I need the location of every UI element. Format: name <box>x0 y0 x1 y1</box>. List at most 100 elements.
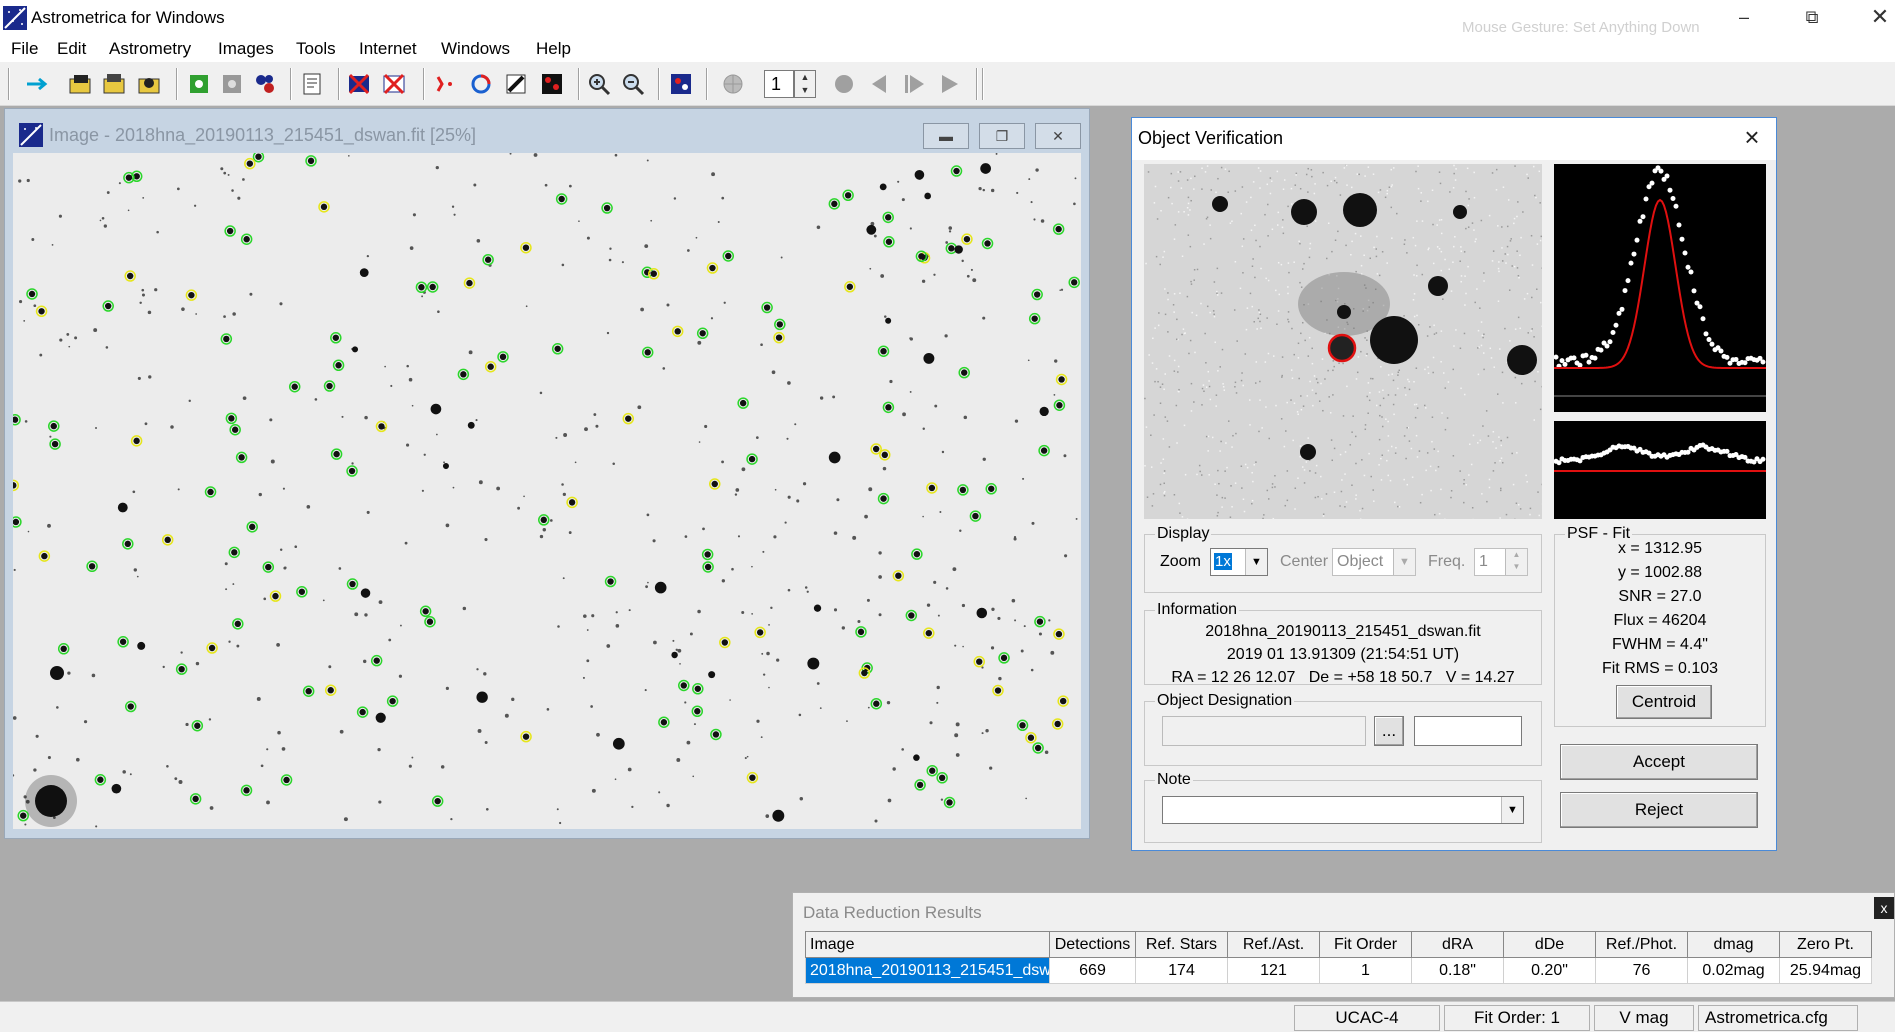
col-image[interactable]: Image <box>805 931 1050 958</box>
results-table: Image Detections Ref. Stars Ref./Ast. Fi… <box>805 931 1872 984</box>
noise-pixel <box>1415 434 1418 437</box>
note-select[interactable]: ▼ <box>1162 796 1524 824</box>
noise-pixel <box>1234 381 1237 384</box>
col-ref-phot[interactable]: Ref./Phot. <box>1595 931 1688 958</box>
spin-up-icon[interactable]: ▲ <box>795 71 815 84</box>
connect-icon[interactable] <box>24 71 50 97</box>
col-dde[interactable]: dDe <box>1503 931 1596 958</box>
report-icon[interactable] <box>300 71 326 97</box>
cell-dmag[interactable]: 0.02mag <box>1687 957 1780 984</box>
load-images-icon[interactable] <box>136 71 162 97</box>
known-objects-icon[interactable] <box>432 71 458 97</box>
zoom-in-icon[interactable] <box>586 71 612 97</box>
noise-pixel <box>1177 211 1180 213</box>
noise-pixel <box>1420 192 1423 194</box>
col-dmag[interactable]: dmag <box>1687 931 1780 958</box>
reject-button[interactable]: Reject <box>1560 792 1758 828</box>
faint-star <box>922 427 925 431</box>
image-close-button[interactable]: ✕ <box>1035 123 1081 149</box>
globe-icon[interactable] <box>720 71 746 97</box>
menu-windows[interactable]: Windows <box>441 39 510 59</box>
col-zero-pt[interactable]: Zero Pt. <box>1779 931 1872 958</box>
cell-ref-ast[interactable]: 121 <box>1227 957 1320 984</box>
play-icon[interactable] <box>936 71 962 97</box>
cell-fit-order[interactable]: 1 <box>1319 957 1412 984</box>
image-maximize-button[interactable]: ❐ <box>979 123 1025 149</box>
prev-icon[interactable] <box>866 71 892 97</box>
designation-extra-input[interactable] <box>1414 716 1522 746</box>
open-folder-icon[interactable] <box>101 71 127 97</box>
dialog-close-button[interactable]: × <box>1736 124 1768 152</box>
settings-icon[interactable] <box>668 71 694 97</box>
reference-stars-icon[interactable] <box>252 71 278 97</box>
noise-pixel <box>1311 389 1314 391</box>
noise-pixel <box>1216 515 1219 517</box>
minimize-button[interactable]: – <box>1715 0 1773 34</box>
restore-button[interactable]: ⧉ <box>1783 0 1841 34</box>
zoom-select[interactable]: 1x ▼ <box>1210 548 1268 576</box>
object-thumbnail[interactable] <box>1144 164 1542 519</box>
menu-help[interactable]: Help <box>536 39 571 59</box>
col-dra[interactable]: dRA <box>1411 931 1504 958</box>
psf-fit-rms: Fit RMS = 0.103 <box>1601 660 1719 677</box>
image-window[interactable]: Image - 2018hna_20190113_215451_dswan.fi… <box>4 108 1090 839</box>
centroid-button[interactable]: Centroid <box>1616 685 1712 719</box>
menu-images[interactable]: Images <box>218 39 274 59</box>
note-dropdown-icon[interactable]: ▼ <box>1501 797 1523 823</box>
menu-tools[interactable]: Tools <box>296 39 336 59</box>
noise-pixel <box>1309 380 1311 383</box>
noise-pixel <box>1355 378 1358 380</box>
col-ref-stars[interactable]: Ref. Stars <box>1135 931 1228 958</box>
frame-spinner-input[interactable]: 1 <box>764 70 794 98</box>
cell-dra[interactable]: 0.18" <box>1411 957 1504 984</box>
noise-pixel <box>1390 168 1392 171</box>
close-button[interactable]: ✕ <box>1851 0 1895 34</box>
spin-down-icon[interactable]: ▼ <box>795 84 815 97</box>
cell-ref-stars[interactable]: 174 <box>1135 957 1228 984</box>
col-ref-ast[interactable]: Ref./Ast. <box>1227 931 1320 958</box>
cell-zero-pt[interactable]: 25.94mag <box>1779 957 1872 984</box>
delete-icon[interactable] <box>346 71 372 97</box>
open-image-icon[interactable] <box>67 71 93 97</box>
zoom-dropdown-icon[interactable]: ▼ <box>1245 549 1267 575</box>
browse-designation-button[interactable]: ... <box>1374 716 1404 746</box>
col-detections[interactable]: Detections <box>1049 931 1136 958</box>
noise-pixel <box>1271 486 1274 489</box>
delete-all-icon[interactable] <box>381 71 407 97</box>
blink-icon[interactable] <box>186 71 212 97</box>
noise-pixel <box>1541 325 1542 328</box>
results-close-button[interactable]: x <box>1874 897 1894 919</box>
frame-spinner-buttons[interactable]: ▲ ▼ <box>794 70 816 98</box>
noise-pixel <box>1190 283 1193 285</box>
menu-internet[interactable]: Internet <box>359 39 417 59</box>
cell-ref-phot[interactable]: 76 <box>1595 957 1688 984</box>
table-row[interactable]: 2018hna_20190113_215451_dswan.fit 669 17… <box>805 957 1872 984</box>
image-minimize-button[interactable]: ▬ <box>923 123 969 149</box>
data-reduction-icon[interactable] <box>503 71 529 97</box>
cell-detections[interactable]: 669 <box>1049 957 1136 984</box>
noise-pixel <box>1276 170 1279 173</box>
zoom-out-icon[interactable] <box>620 71 646 97</box>
noise-pixel <box>1206 165 1209 167</box>
faint-star <box>970 268 973 271</box>
cell-dde[interactable]: 0.20" <box>1503 957 1596 984</box>
noise-pixel <box>1463 479 1465 481</box>
menu-edit[interactable]: Edit <box>57 39 86 59</box>
stack-icon[interactable] <box>219 71 245 97</box>
star-field-image[interactable] <box>13 153 1081 829</box>
stop-icon[interactable] <box>831 71 857 97</box>
bright-star <box>1039 406 1049 417</box>
col-fit-order[interactable]: Fit Order <box>1319 931 1412 958</box>
track-icon[interactable] <box>468 71 494 97</box>
step-icon[interactable] <box>901 71 927 97</box>
accept-button[interactable]: Accept <box>1560 744 1758 780</box>
noise-pixel <box>1519 327 1521 330</box>
menu-file[interactable]: File <box>11 39 38 59</box>
star <box>243 236 250 243</box>
noise-pixel <box>1303 469 1306 471</box>
noise-pixel <box>1360 350 1362 353</box>
noise-pixel <box>1298 240 1300 243</box>
menu-astrometry[interactable]: Astrometry <box>109 39 191 59</box>
cell-image[interactable]: 2018hna_20190113_215451_dswan.fit <box>805 957 1050 984</box>
mark-icon[interactable] <box>539 71 565 97</box>
